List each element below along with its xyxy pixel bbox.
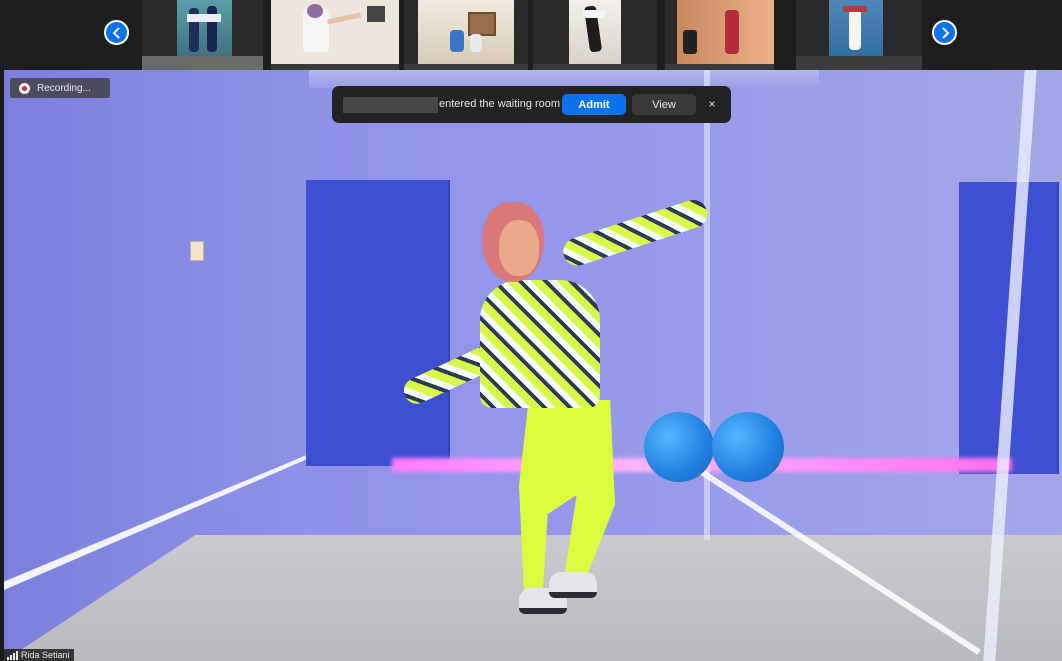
participant-tile[interactable] bbox=[271, 0, 399, 70]
dancer-face bbox=[499, 220, 539, 276]
exercise-ball bbox=[644, 412, 714, 482]
close-icon[interactable]: × bbox=[704, 96, 720, 112]
record-dot-icon bbox=[19, 82, 30, 94]
wall-pad bbox=[306, 180, 450, 466]
exercise-ball bbox=[712, 412, 784, 482]
dancer-shoe bbox=[549, 572, 597, 598]
speaker-name-tag: Rida Setiani bbox=[4, 649, 74, 661]
chevron-left-icon bbox=[112, 26, 120, 39]
filmstrip-next-button[interactable] bbox=[932, 20, 957, 45]
waiting-room-message: entered the waiting room bbox=[439, 98, 561, 110]
view-button[interactable]: View bbox=[632, 94, 696, 115]
participant-name-redacted bbox=[343, 97, 438, 113]
wall-switch bbox=[190, 241, 204, 261]
participant-name-redacted bbox=[142, 56, 263, 70]
waiting-room-notification: entered the waiting room Admit View × bbox=[332, 86, 731, 123]
recording-indicator[interactable]: Recording... bbox=[10, 78, 110, 98]
active-speaker-video[interactable] bbox=[4, 70, 1062, 661]
filmstrip-prev-button[interactable] bbox=[104, 20, 129, 45]
admit-button[interactable]: Admit bbox=[562, 94, 626, 115]
participant-name-redacted bbox=[796, 56, 922, 70]
participant-tile[interactable] bbox=[665, 0, 774, 70]
chevron-right-icon bbox=[941, 26, 949, 39]
speaker-name: Rida Setiani bbox=[21, 650, 70, 660]
signal-strength-icon bbox=[7, 650, 18, 660]
participant-tile[interactable] bbox=[404, 0, 528, 70]
participant-tile[interactable] bbox=[796, 0, 922, 70]
dancer-torso bbox=[480, 280, 600, 408]
recording-label: Recording... bbox=[37, 82, 91, 94]
participant-tile[interactable] bbox=[533, 0, 657, 70]
participant-tile[interactable] bbox=[142, 0, 263, 70]
participant-filmstrip bbox=[0, 0, 1062, 70]
